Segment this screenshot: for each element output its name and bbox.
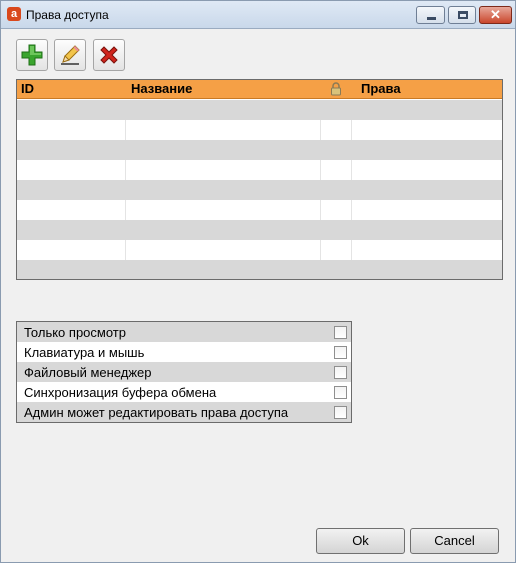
permissions-list: Только просмотр Клавиатура и мышь Файлов… — [16, 321, 352, 423]
table-row[interactable] — [17, 200, 502, 220]
maximize-icon — [458, 11, 468, 19]
access-table[interactable]: ID Название Права — [16, 79, 503, 280]
app-logo-icon: a — [7, 7, 21, 21]
table-row[interactable] — [17, 260, 502, 279]
permission-label: Админ может редактировать права доступа — [24, 405, 289, 420]
title-bar[interactable]: a Права доступа ✕ — [1, 1, 515, 29]
plus-icon — [21, 44, 43, 66]
permission-label: Клавиатура и мышь — [24, 345, 145, 360]
table-row[interactable] — [17, 240, 502, 260]
table-row[interactable] — [17, 160, 502, 180]
permission-item-file-manager[interactable]: Файловый менеджер — [17, 362, 351, 382]
add-button[interactable] — [16, 39, 48, 71]
table-row[interactable] — [17, 180, 502, 200]
column-header-id[interactable]: ID — [21, 81, 34, 96]
permission-label: Только просмотр — [24, 325, 126, 340]
permission-checkbox[interactable] — [334, 346, 347, 359]
minimize-icon — [427, 17, 436, 20]
table-row[interactable] — [17, 100, 502, 120]
edit-button[interactable] — [54, 39, 86, 71]
maximize-button[interactable] — [448, 6, 476, 24]
permission-item-view-only[interactable]: Только просмотр — [17, 322, 351, 342]
minimize-button[interactable] — [416, 6, 445, 24]
table-row[interactable] — [17, 220, 502, 240]
close-icon: ✕ — [490, 7, 501, 22]
access-rights-dialog: a Права доступа ✕ ID Название Права Толь… — [0, 0, 516, 563]
table-row[interactable] — [17, 120, 502, 140]
permission-label: Синхронизация буфера обмена — [24, 385, 217, 400]
pencil-icon — [61, 45, 80, 65]
permission-checkbox[interactable] — [334, 326, 347, 339]
column-header-rights[interactable]: Права — [361, 81, 401, 96]
permission-item-admin-edit-rights[interactable]: Админ может редактировать права доступа — [17, 402, 351, 422]
permission-checkbox[interactable] — [334, 386, 347, 399]
window-title: Права доступа — [26, 8, 109, 22]
lock-icon[interactable] — [329, 82, 343, 99]
delete-button[interactable] — [93, 39, 125, 71]
column-header-name[interactable]: Название — [131, 81, 192, 96]
permission-checkbox[interactable] — [334, 406, 347, 419]
delete-x-icon — [100, 46, 118, 64]
permission-label: Файловый менеджер — [24, 365, 152, 380]
permission-item-clipboard-sync[interactable]: Синхронизация буфера обмена — [17, 382, 351, 402]
cancel-button[interactable]: Cancel — [410, 528, 499, 554]
permission-item-keyboard-mouse[interactable]: Клавиатура и мышь — [17, 342, 351, 362]
permission-checkbox[interactable] — [334, 366, 347, 379]
close-button[interactable]: ✕ — [479, 6, 512, 24]
table-row[interactable] — [17, 140, 502, 160]
ok-button[interactable]: Ok — [316, 528, 405, 554]
table-header: ID Название Права — [17, 80, 502, 99]
